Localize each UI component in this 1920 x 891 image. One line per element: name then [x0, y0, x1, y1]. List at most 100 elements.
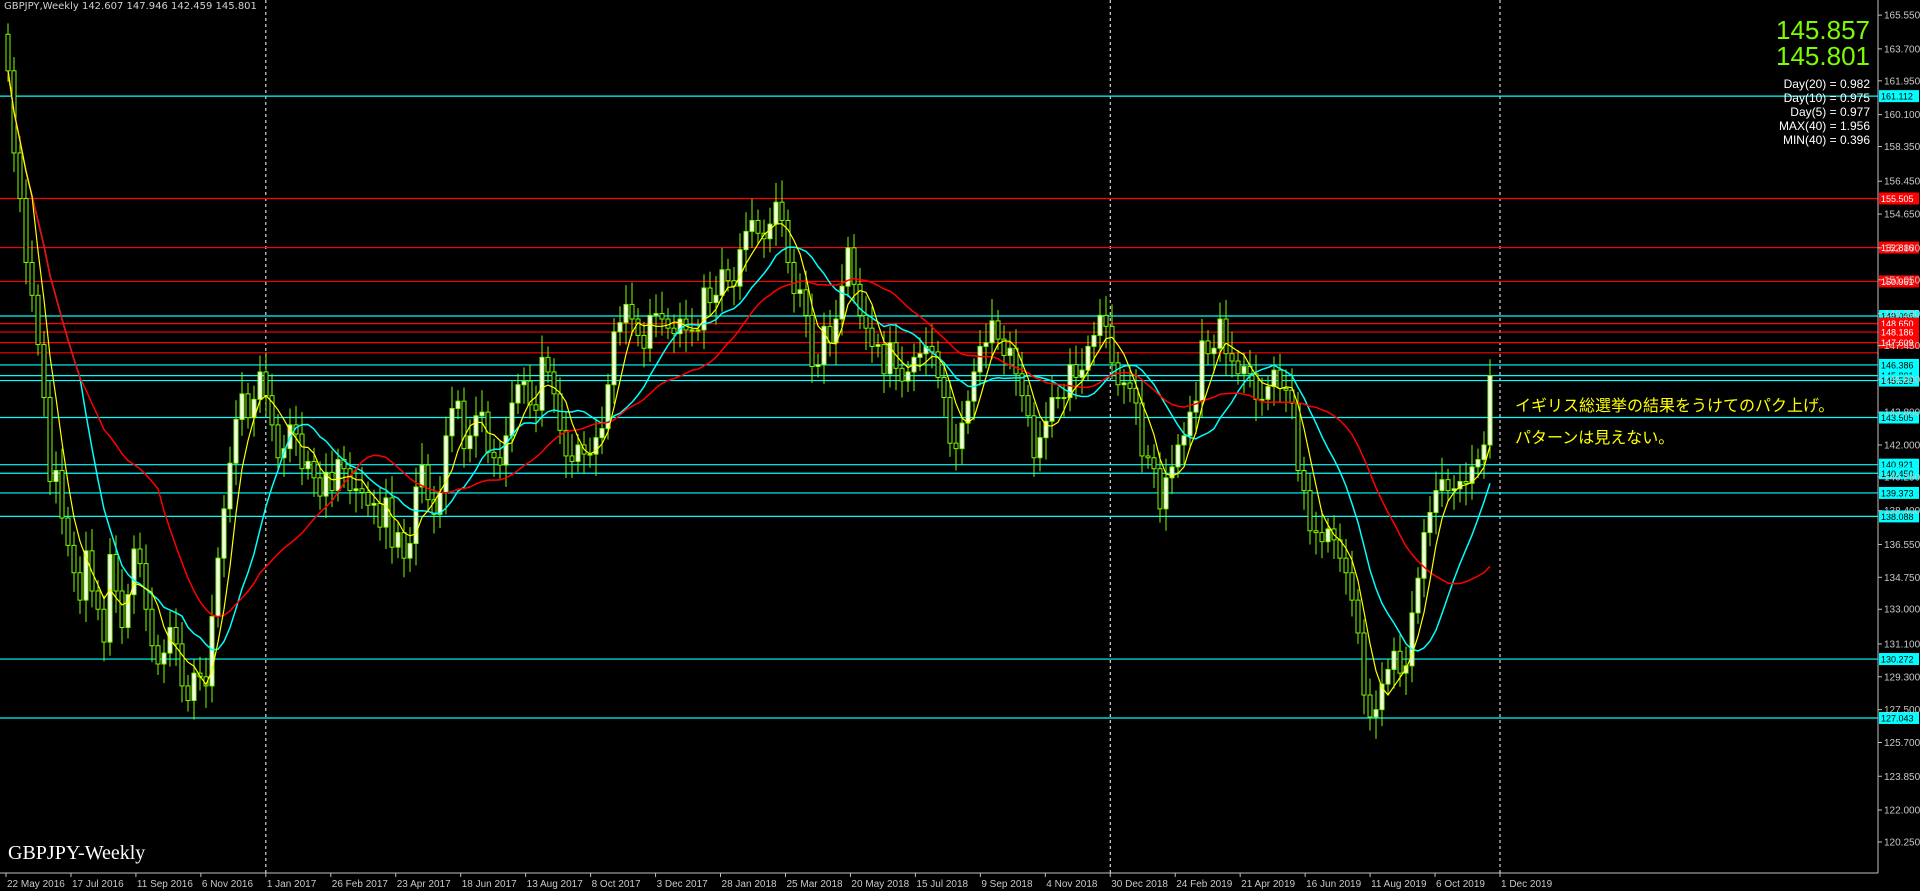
y-tick-label: 125.700 [1884, 738, 1920, 749]
annotation-line-2: パターンは見えない。 [1515, 428, 1675, 447]
candle-body [1151, 457, 1157, 470]
x-tick-label: 13 Aug 2017 [527, 879, 584, 890]
candle-body [1235, 360, 1241, 375]
candle-body [449, 407, 455, 437]
x-tick-label: 17 Jul 2016 [72, 879, 124, 890]
y-tick-label: 156.450 [1884, 177, 1920, 188]
candle-body [623, 303, 629, 324]
candle-body [959, 422, 965, 450]
candle-body [749, 219, 755, 232]
price-axis: 165.550 163.700 161.950 160.100 158.350 156.4… [1877, 0, 1920, 873]
y-tick-label: 147.450 [1884, 341, 1920, 352]
candle-body [41, 344, 47, 399]
candle-body [1121, 382, 1127, 386]
candle-body [653, 313, 659, 316]
candle-body [35, 294, 41, 346]
candle-body [503, 435, 509, 466]
candle-body [395, 532, 401, 548]
x-tick-label: 25 Mar 2018 [786, 879, 843, 890]
candle-body [407, 543, 413, 559]
candle-body [1241, 365, 1247, 375]
x-tick-label: 22 May 2016 [7, 879, 65, 890]
y-tick-label: 140.250 [1884, 472, 1920, 483]
y-tick-label: 154.650 [1884, 210, 1920, 221]
candle-body [941, 376, 947, 399]
candle-body [839, 285, 845, 320]
candle-body [1397, 650, 1403, 674]
candle-body [611, 331, 617, 386]
candle-body [1109, 325, 1115, 364]
candle-body [533, 404, 539, 411]
y-tick-label: 145.600 [1884, 375, 1920, 386]
x-tick-label: 1 Dec 2019 [1501, 879, 1553, 890]
x-tick-label: 9 Sep 2018 [981, 879, 1033, 890]
x-tick-label: 30 Dec 2018 [1111, 879, 1168, 890]
candle-body [551, 371, 557, 395]
x-tick-label: 6 Nov 2016 [202, 879, 254, 890]
candle-body [785, 219, 791, 263]
y-tick-label: 134.750 [1884, 573, 1920, 584]
candle-body [245, 393, 251, 419]
candle-body [1175, 444, 1181, 468]
candle-body [143, 563, 149, 610]
candle-body [791, 261, 797, 294]
time-axis: 22 May 2016 17 Jul 2016 11 Sep 2016 6 Nov 2… [0, 872, 1878, 890]
x-tick-label: 26 Feb 2017 [332, 879, 389, 890]
candle-body [1061, 397, 1067, 400]
candle-body [743, 230, 749, 251]
candle-body [1049, 397, 1055, 422]
candle-body [659, 313, 665, 320]
candle-body [539, 356, 545, 411]
candle-body [1079, 369, 1085, 378]
level-price-label: 155.505 [1881, 194, 1914, 204]
candle-body [359, 488, 365, 493]
level-price-label: 139.373 [1881, 488, 1914, 498]
level-price-label: 161.112 [1881, 92, 1913, 102]
ask-price: 145.857 [1776, 15, 1870, 45]
candle-body [1181, 435, 1187, 446]
level-price-label: 146.386 [1881, 360, 1914, 370]
candle-body [227, 462, 233, 510]
candle-body [989, 320, 995, 344]
chart-area[interactable]: 161.112 155.505 152.816 150.961 149.065 148.6… [0, 0, 1920, 891]
candle-body [1055, 397, 1061, 400]
candle-body [209, 616, 215, 687]
candle-body [1139, 402, 1145, 457]
bid-price: 145.801 [1776, 41, 1870, 71]
candle-body [383, 497, 389, 528]
candle-body [305, 460, 311, 470]
candle-body [311, 460, 317, 479]
candle-body [1295, 402, 1301, 472]
candle-body [401, 532, 407, 559]
x-tick-label: 1 Jan 2017 [267, 879, 317, 890]
candle-body [1391, 650, 1397, 670]
candle-body [263, 371, 269, 397]
candle-body [1223, 318, 1229, 355]
candle-body [875, 344, 881, 347]
candle-body [389, 497, 395, 548]
candle-body [1217, 318, 1223, 349]
candle-body [1415, 577, 1421, 614]
candle-body [905, 371, 911, 382]
candle-body [1301, 470, 1307, 492]
candle-body [803, 289, 809, 316]
candle-body [863, 314, 869, 329]
y-tick-label: 165.550 [1884, 11, 1920, 22]
candle-body [899, 367, 905, 382]
y-tick-label: 163.700 [1884, 44, 1920, 55]
candle-body [1355, 599, 1361, 634]
stat-min40: MIN(40) = 0.396 [1782, 133, 1870, 147]
y-tick-label: 161.950 [1884, 76, 1920, 87]
candle-body [113, 553, 119, 592]
candle-body [53, 470, 59, 482]
candle-body [509, 402, 515, 437]
candle-body [47, 397, 53, 482]
candle-body [1085, 345, 1091, 371]
candle-body [713, 294, 719, 304]
candle-body [29, 261, 35, 296]
candle-body [1007, 347, 1013, 357]
candle-body [107, 553, 113, 643]
x-tick-label: 11 Aug 2019 [1371, 879, 1427, 890]
candle-body [1481, 444, 1487, 461]
candle-body [1277, 369, 1283, 389]
